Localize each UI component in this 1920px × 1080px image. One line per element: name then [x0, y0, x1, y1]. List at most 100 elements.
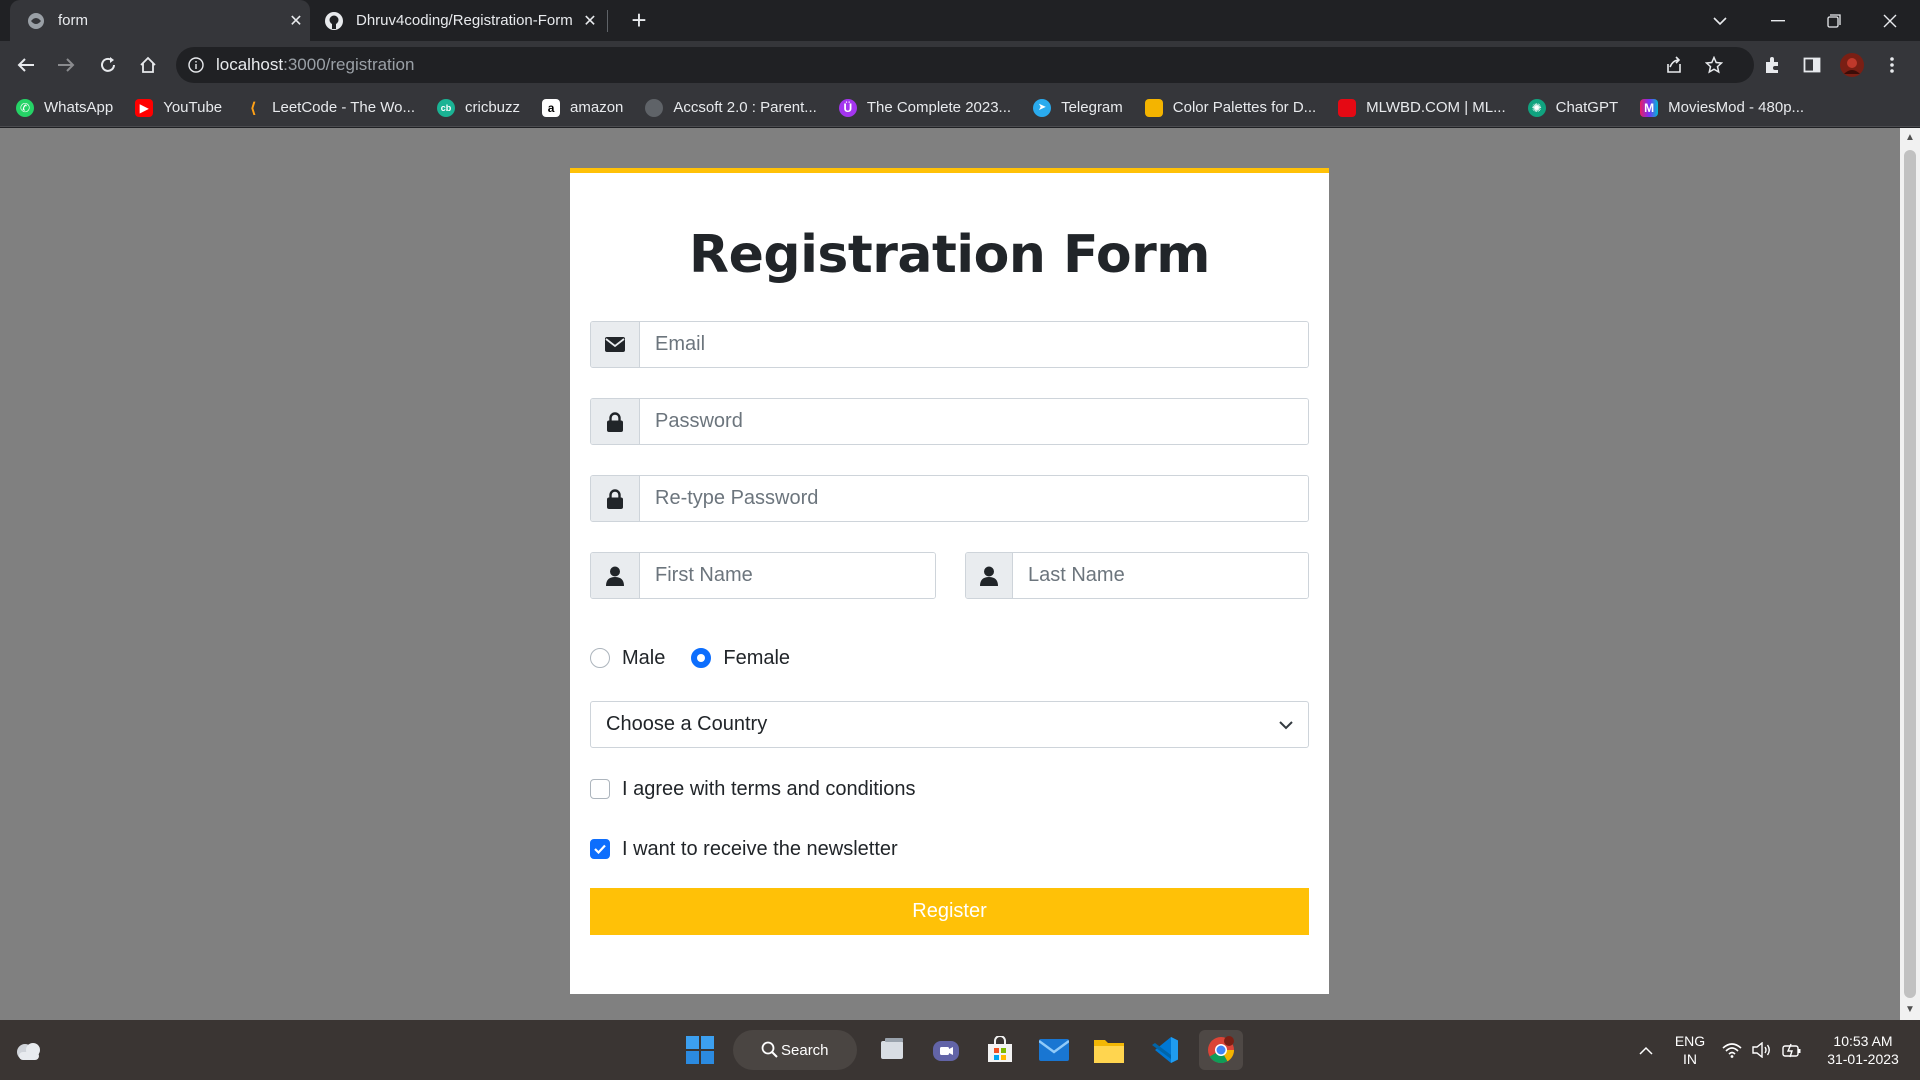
- clock[interactable]: 10:53 AM 31-01-2023: [1818, 1032, 1908, 1068]
- user-icon: [591, 553, 640, 598]
- share-icon[interactable]: [1656, 47, 1692, 83]
- bookmark-chatgpt[interactable]: ✺ ChatGPT: [1527, 98, 1618, 117]
- leetcode-icon: ⟨: [249, 99, 257, 117]
- extensions-icon[interactable]: [1756, 49, 1788, 81]
- globe-icon: [645, 98, 664, 117]
- vscode-icon[interactable]: [1145, 1030, 1185, 1070]
- scroll-up-arrow-icon[interactable]: ▲: [1900, 130, 1920, 146]
- volume-icon[interactable]: [1748, 1030, 1776, 1070]
- search-icon: [761, 1041, 778, 1062]
- male-radio[interactable]: [590, 648, 610, 668]
- bookmark-color-palettes[interactable]: Color Palettes for D...: [1144, 98, 1316, 117]
- bookmark-whatsapp[interactable]: ✆ WhatsApp: [16, 98, 113, 117]
- profile-avatar[interactable]: [1836, 49, 1868, 81]
- home-button[interactable]: [132, 49, 164, 81]
- bookmark-leetcode[interactable]: ⟨ LeetCode - The Wo...: [244, 99, 415, 117]
- browser-toolbar: localhost :3000/registration: [0, 41, 1920, 89]
- menu-icon[interactable]: [1876, 49, 1908, 81]
- address-bar[interactable]: localhost :3000/registration: [176, 47, 1754, 83]
- minimize-button[interactable]: [1750, 0, 1806, 41]
- first-name-input[interactable]: [640, 553, 935, 598]
- windows-taskbar: Search ENG IN 10:53 AM 31-01-2023: [0, 1020, 1920, 1080]
- close-tab-icon[interactable]: ✕: [576, 11, 604, 31]
- url-host: localhost: [216, 55, 284, 74]
- envelope-icon: [591, 322, 640, 367]
- moviesmod-icon: M: [1640, 98, 1659, 117]
- bookmark-udemy[interactable]: Ü The Complete 2023...: [838, 98, 1011, 117]
- teams-chat-icon[interactable]: [926, 1030, 966, 1070]
- tab-github[interactable]: Dhruv4coding/Registration-Form ✕: [314, 0, 604, 41]
- new-tab-button[interactable]: +: [624, 6, 654, 36]
- scroll-down-arrow-icon[interactable]: ▼: [1900, 1002, 1920, 1018]
- back-button[interactable]: [10, 49, 42, 81]
- terms-label: I agree with terms and conditions: [622, 777, 916, 800]
- amazon-icon: a: [542, 98, 561, 117]
- windows-start-icon[interactable]: [680, 1030, 720, 1070]
- registration-card: Registration Form Email First Name Last …: [570, 168, 1329, 994]
- mlwbd-icon: [1338, 98, 1357, 117]
- close-window-button[interactable]: [1862, 0, 1918, 41]
- wifi-icon[interactable]: [1718, 1030, 1746, 1070]
- chatgpt-icon: ✺: [1527, 98, 1546, 117]
- github-icon: [324, 11, 344, 31]
- restore-button[interactable]: [1806, 0, 1862, 41]
- battery-icon[interactable]: [1778, 1030, 1806, 1070]
- newsletter-row: I want to receive the newsletter: [590, 834, 898, 864]
- palette-icon: [1144, 98, 1163, 117]
- bookmark-telegram[interactable]: ➤ Telegram: [1033, 98, 1123, 117]
- language-indicator[interactable]: ENG IN: [1668, 1032, 1712, 1068]
- taskbar-search-button[interactable]: Search: [733, 1030, 857, 1070]
- telegram-icon: ➤: [1033, 98, 1052, 117]
- reload-button[interactable]: [92, 49, 124, 81]
- email-input[interactable]: [640, 322, 1308, 367]
- clock-time: 10:53 AM: [1833, 1033, 1893, 1049]
- bookmark-accsoft[interactable]: Accsoft 2.0 : Parent...: [645, 98, 817, 117]
- whatsapp-icon: ✆: [16, 98, 34, 117]
- bookmark-cricbuzz[interactable]: cb cricbuzz: [437, 98, 520, 117]
- page-scrollbar[interactable]: ▲ ▼: [1900, 128, 1920, 1020]
- globe-icon: [26, 11, 46, 31]
- register-button[interactable]: Register: [590, 888, 1309, 935]
- side-panel-icon[interactable]: [1796, 49, 1828, 81]
- tab-form[interactable]: form ✕: [10, 0, 310, 41]
- country-select[interactable]: Choose a Country: [590, 701, 1309, 748]
- site-info-icon[interactable]: [176, 57, 216, 73]
- bookmarks-bar: ✆ WhatsApp ▶ YouTube ⟨ LeetCode - The Wo...…: [0, 89, 1920, 127]
- microsoft-store-icon[interactable]: [980, 1030, 1020, 1070]
- forward-button[interactable]: [50, 49, 82, 81]
- chrome-taskbar-icon[interactable]: [1199, 1030, 1243, 1070]
- last-name-input[interactable]: [1013, 553, 1308, 598]
- bookmark-moviesmod[interactable]: M MoviesMod - 480p...: [1640, 98, 1804, 117]
- lock-icon: [591, 399, 640, 444]
- checkmark-icon: [594, 844, 606, 854]
- retype-password-group: [590, 475, 1309, 522]
- mail-icon[interactable]: [1034, 1030, 1074, 1070]
- newsletter-checkbox[interactable]: [590, 839, 610, 859]
- first-name-group: [590, 552, 936, 599]
- file-explorer-icon[interactable]: [1089, 1030, 1129, 1070]
- bookmark-amazon[interactable]: a amazon: [542, 98, 623, 117]
- scroll-thumb[interactable]: [1904, 150, 1916, 998]
- cricbuzz-icon: cb: [437, 98, 456, 117]
- tab-title: form: [58, 12, 88, 29]
- bookmark-mlwbd[interactable]: MLWBD.COM | ML...: [1338, 98, 1506, 117]
- last-name-group: [965, 552, 1309, 599]
- tab-separator: [607, 10, 608, 32]
- retype-password-input[interactable]: [640, 476, 1308, 521]
- bookmark-youtube[interactable]: ▶ YouTube: [135, 98, 222, 117]
- newsletter-label: I want to receive the newsletter: [622, 837, 898, 860]
- clock-date: 31-01-2023: [1827, 1051, 1899, 1067]
- close-tab-icon[interactable]: ✕: [282, 11, 310, 31]
- udemy-icon: Ü: [838, 98, 857, 117]
- task-view-icon[interactable]: [872, 1030, 912, 1070]
- bookmark-star-icon[interactable]: [1696, 47, 1732, 83]
- terms-checkbox[interactable]: [590, 779, 610, 799]
- chevron-up-icon[interactable]: [1626, 1030, 1666, 1070]
- female-radio[interactable]: [691, 648, 712, 668]
- weather-icon[interactable]: [8, 1030, 48, 1070]
- tab-title: Dhruv4coding/Registration-Form: [356, 12, 573, 29]
- password-input[interactable]: [640, 399, 1308, 444]
- tab-search-icon[interactable]: [1692, 0, 1748, 41]
- form-title: Registration Form: [689, 225, 1210, 285]
- lock-icon: [591, 476, 640, 521]
